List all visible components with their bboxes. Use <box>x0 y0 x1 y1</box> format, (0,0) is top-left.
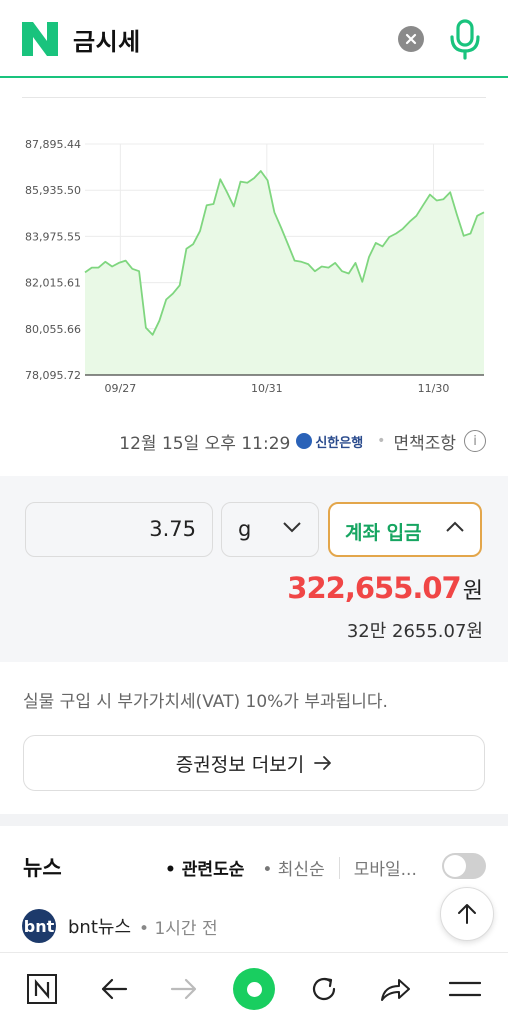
gold-price-chart[interactable]: 87,895.44 85,935.50 83,975.55 82,015.61 80,0… <box>0 130 508 400</box>
microphone-icon <box>450 19 480 60</box>
disclaimer-link[interactable]: 면책조항 <box>393 429 456 454</box>
share-button[interactable] <box>377 971 413 1007</box>
clear-search-button[interactable] <box>398 26 424 52</box>
browser-toolbar <box>0 952 508 1024</box>
x-tick-label: 09/27 <box>105 382 137 395</box>
x-tick-label: 10/31 <box>251 382 283 395</box>
home-icon <box>246 981 262 997</box>
price-value: 322,655.07 <box>287 571 461 605</box>
sort-relevance-label: 관련도순 <box>181 860 245 880</box>
more-button-label: 증권정보 더보기 <box>175 753 305 776</box>
arrow-right-icon <box>314 756 332 770</box>
y-tick-label: 87,895.44 <box>25 138 81 151</box>
chevron-up-icon <box>446 521 464 532</box>
refresh-button[interactable] <box>306 971 342 1007</box>
unit-value: g <box>238 517 252 541</box>
price-source-row: 12월 15일 오후 11:29 신한은행 • 면책조항 i <box>119 429 486 454</box>
back-button[interactable] <box>96 971 132 1007</box>
vat-note: 실물 구입 시 부가가치세(VAT) 10%가 부과됩니다. <box>23 692 388 712</box>
refresh-icon <box>312 977 336 1001</box>
chevron-down-icon <box>283 522 301 533</box>
news-time: • 1시간 전 <box>139 918 218 939</box>
account-deposit-button[interactable]: 계좌 입금 <box>328 502 482 557</box>
menu-button[interactable] <box>447 971 483 1007</box>
x-tick-label: 11/30 <box>418 382 450 395</box>
price-unit: 원 <box>462 579 483 604</box>
sort-relevance-option[interactable]: • 관련도순 <box>165 855 244 880</box>
scroll-to-top-button[interactable] <box>440 887 494 941</box>
chart-top-divider <box>22 97 486 98</box>
voice-search-button[interactable] <box>448 18 482 60</box>
price-korean-text: 32만 2655.07원 <box>346 621 483 642</box>
y-tick-label: 78,095.72 <box>25 369 81 382</box>
info-icon[interactable]: i <box>464 430 486 452</box>
y-tick-label: 82,015.61 <box>25 277 81 290</box>
y-tick-label: 83,975.55 <box>25 230 81 243</box>
forward-icon <box>170 978 197 1000</box>
search-header: 금시세 <box>0 0 508 78</box>
sort-recent-label: 최신순 <box>277 860 325 880</box>
mobile-filter-toggle[interactable] <box>442 853 486 879</box>
back-icon <box>101 978 128 1000</box>
stock-info-more-button[interactable]: 증권정보 더보기 <box>23 735 485 791</box>
search-query[interactable]: 금시세 <box>73 22 141 57</box>
price-calculator: 3.75 g 계좌 입금 322,655.07원 32만 2655.07원 <box>0 476 508 662</box>
arrow-up-icon <box>458 904 476 924</box>
converted-price: 322,655.07원 <box>287 571 483 605</box>
menu-icon <box>449 981 481 997</box>
forward-button[interactable] <box>166 971 202 1007</box>
y-tick-label: 85,935.50 <box>25 184 81 197</box>
bank-name: 신한은행 <box>315 435 364 451</box>
naver-logo[interactable] <box>22 22 58 56</box>
sort-divider <box>338 856 340 879</box>
news-list-item[interactable]: bnt bnt뉴스 • 1시간 전 <box>22 909 218 943</box>
bank-logo: 신한은행 <box>296 432 363 451</box>
chart-area-fill <box>85 171 484 375</box>
naver-tab-button[interactable] <box>24 971 60 1007</box>
y-tick-label: 80,055.66 <box>25 323 81 336</box>
section-divider <box>0 814 508 826</box>
share-icon <box>381 979 410 1001</box>
bank-globe-icon <box>296 433 313 449</box>
deposit-label: 계좌 입금 <box>345 522 422 544</box>
news-time-text: 1시간 전 <box>154 918 218 939</box>
close-icon <box>405 33 417 45</box>
press-name[interactable]: bnt뉴스 <box>68 913 131 939</box>
amount-input[interactable]: 3.75 <box>25 502 213 557</box>
toggle-knob <box>444 855 466 877</box>
update-timestamp: 12월 15일 오후 11:29 <box>119 433 291 454</box>
naver-icon <box>27 974 57 1004</box>
press-logo: bnt <box>22 909 56 943</box>
unit-select[interactable]: g <box>221 502 319 557</box>
news-sort-options: • 관련도순 • 최신순 모바일... <box>165 855 417 880</box>
separator-dot: • <box>377 433 386 449</box>
mobile-filter-label: 모바일... <box>353 860 417 880</box>
news-section-title: 뉴스 <box>23 856 62 880</box>
sort-recent-option[interactable]: • 최신순 <box>262 855 324 880</box>
home-button[interactable] <box>233 968 275 1010</box>
